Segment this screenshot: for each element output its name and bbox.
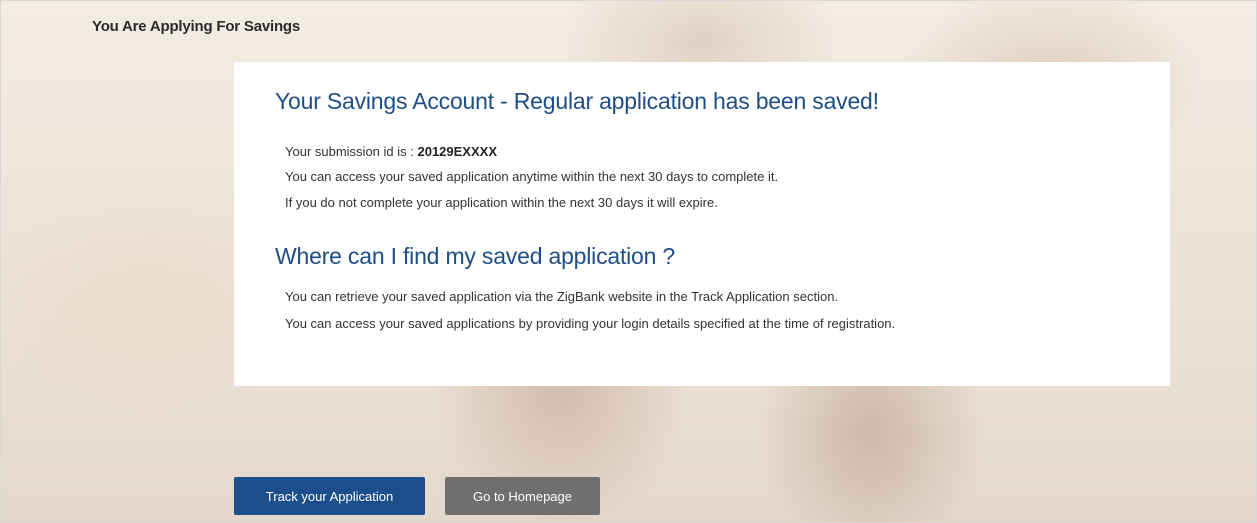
submission-id-value: 20129EXXXX — [417, 144, 497, 159]
saved-confirmation-title: Your Savings Account - Regular applicati… — [275, 88, 879, 114]
expiry-note: If you do not complete your application … — [285, 195, 718, 210]
page-title: You Are Applying For Savings — [92, 18, 301, 35]
track-application-button[interactable]: Track your Application — [234, 477, 425, 515]
login-note: You can access your saved applications b… — [285, 316, 896, 331]
retrieve-note: You can retrieve your saved application … — [285, 289, 839, 304]
submission-id-line: Your submission id is : 20129EXXXX — [285, 144, 497, 159]
go-to-homepage-button[interactable]: Go to Homepage — [445, 477, 600, 515]
confirmation-card: Your Savings Account - Regular applicati… — [234, 62, 1170, 386]
submission-id-label: Your submission id is : — [285, 144, 418, 159]
find-application-title: Where can I find my saved application ? — [275, 243, 676, 269]
access-note: You can access your saved application an… — [285, 169, 779, 184]
